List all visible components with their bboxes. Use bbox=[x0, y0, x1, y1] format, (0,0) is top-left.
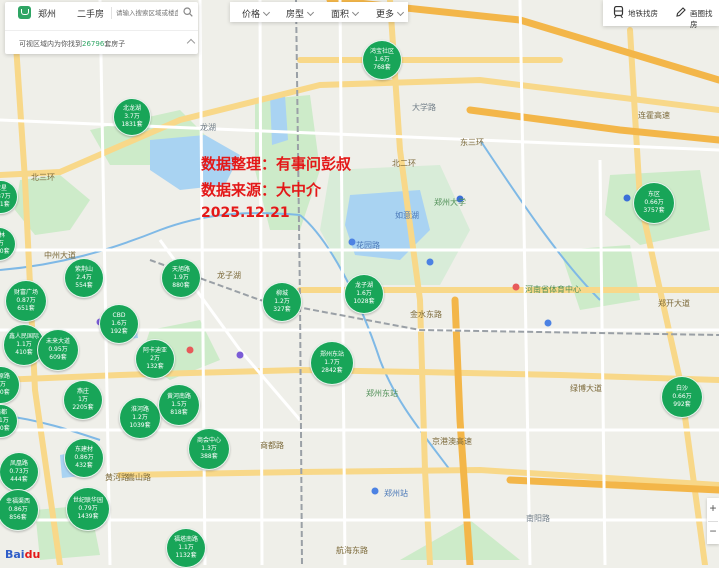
chevron-down-icon bbox=[306, 8, 315, 17]
tool-bar: 地铁找房 画圈找房 bbox=[603, 0, 719, 29]
chevron-down-icon bbox=[262, 8, 271, 17]
filter-more[interactable]: 更多 bbox=[376, 7, 405, 20]
city-selector[interactable]: 郑州 bbox=[38, 7, 56, 20]
zoom-out-button[interactable]: − bbox=[707, 524, 719, 538]
pen-icon bbox=[676, 7, 686, 17]
area-bubble[interactable]: 福塔南路 1.1万 1132套 bbox=[166, 528, 206, 568]
zoom-control: + − bbox=[707, 498, 719, 544]
area-bubble[interactable]: 天旭路 1.9万 880套 bbox=[161, 258, 201, 298]
area-bubble[interactable]: 淮河路 1.2万 1039套 bbox=[119, 397, 161, 439]
area-bubble[interactable]: 未来大道 0.95万 609套 bbox=[37, 329, 79, 371]
filter-price[interactable]: 价格 bbox=[242, 7, 271, 20]
area-bubble[interactable]: 紫荆山 2.4万 554套 bbox=[64, 258, 104, 298]
area-bubble[interactable]: 凤凰路 0.73万 444套 bbox=[0, 452, 39, 492]
area-bubble[interactable]: 龙子湖 1.6万 1028套 bbox=[344, 274, 384, 314]
area-bubble[interactable]: 东区 0.66万 3757套 bbox=[633, 182, 675, 224]
search-bar: 郑州 二手房 bbox=[5, 2, 198, 24]
watermark-line-3: 2025.12.21 bbox=[201, 205, 290, 221]
chevron-up-icon[interactable] bbox=[186, 38, 196, 48]
area-bubble[interactable]: 阿卡迪亚 2万 132套 bbox=[135, 339, 175, 379]
filter-bar: 价格 房型 面积 更多 bbox=[230, 2, 408, 22]
area-bubble[interactable]: 柳城 1.2万 327套 bbox=[262, 282, 302, 322]
result-text: 可视区域内为你找到26796套房子 bbox=[19, 40, 126, 48]
area-bubble[interactable]: 鸿宝社区 1.6万 768套 bbox=[362, 40, 402, 80]
watermark-line-1: 数据整理：有事问彭叔 bbox=[201, 155, 352, 173]
result-count: 26796 bbox=[82, 40, 105, 48]
draw-search-button[interactable]: 画圈找房 bbox=[690, 8, 719, 30]
area-bubble[interactable]: 郑州东站 1.7万 2842套 bbox=[310, 341, 354, 385]
area-bubble[interactable]: 亚星0.87万651套 bbox=[0, 180, 18, 214]
watermark-line-2: 数据来源：大中介 bbox=[201, 181, 322, 199]
area-bubble[interactable]: CBD 1.6万 192套 bbox=[99, 304, 139, 344]
area-bubble[interactable]: 世纪联华园 0.79万 1439套 bbox=[66, 487, 110, 531]
area-bubble[interactable]: 财富广场 0.87万 651套 bbox=[5, 280, 47, 322]
house-logo-icon bbox=[18, 6, 31, 19]
divider bbox=[708, 521, 718, 522]
area-bubble[interactable]: 东建材 0.86万 432套 bbox=[64, 438, 104, 478]
divider bbox=[111, 7, 112, 19]
subway-icon bbox=[613, 6, 624, 18]
chevron-down-icon bbox=[351, 8, 360, 17]
area-bubble[interactable]: 燕庄 1万 2205套 bbox=[63, 380, 103, 420]
area-bubble[interactable]: 商会中心 1.3万 388套 bbox=[188, 428, 230, 470]
area-bubble[interactable]: 白沙 0.66万 992套 bbox=[661, 376, 703, 418]
area-bubble[interactable]: 黄河南路 1.5万 818套 bbox=[158, 384, 200, 426]
zoom-in-button[interactable]: + bbox=[707, 501, 719, 515]
result-summary[interactable]: 可视区域内为你找到26796套房子 bbox=[5, 30, 198, 53]
area-bubble[interactable]: 商都1.1万500套 bbox=[0, 404, 18, 438]
filter-area[interactable]: 面积 bbox=[331, 7, 360, 20]
mode-selector[interactable]: 二手房 bbox=[77, 7, 104, 20]
area-bubble[interactable]: 北龙湖 3.7万 1831套 bbox=[113, 98, 151, 136]
area-bubble[interactable]: 柳林1万1220套 bbox=[0, 227, 16, 261]
subway-search-button[interactable]: 地铁找房 bbox=[628, 8, 658, 19]
search-panel: 郑州 二手房 可视区域内为你找到26796套房子 bbox=[5, 2, 198, 54]
chevron-down-icon bbox=[396, 8, 405, 17]
search-icon[interactable] bbox=[183, 7, 193, 17]
search-input[interactable] bbox=[116, 5, 178, 20]
baidu-logo: Baidu bbox=[5, 548, 41, 561]
filter-layout[interactable]: 房型 bbox=[286, 7, 315, 20]
